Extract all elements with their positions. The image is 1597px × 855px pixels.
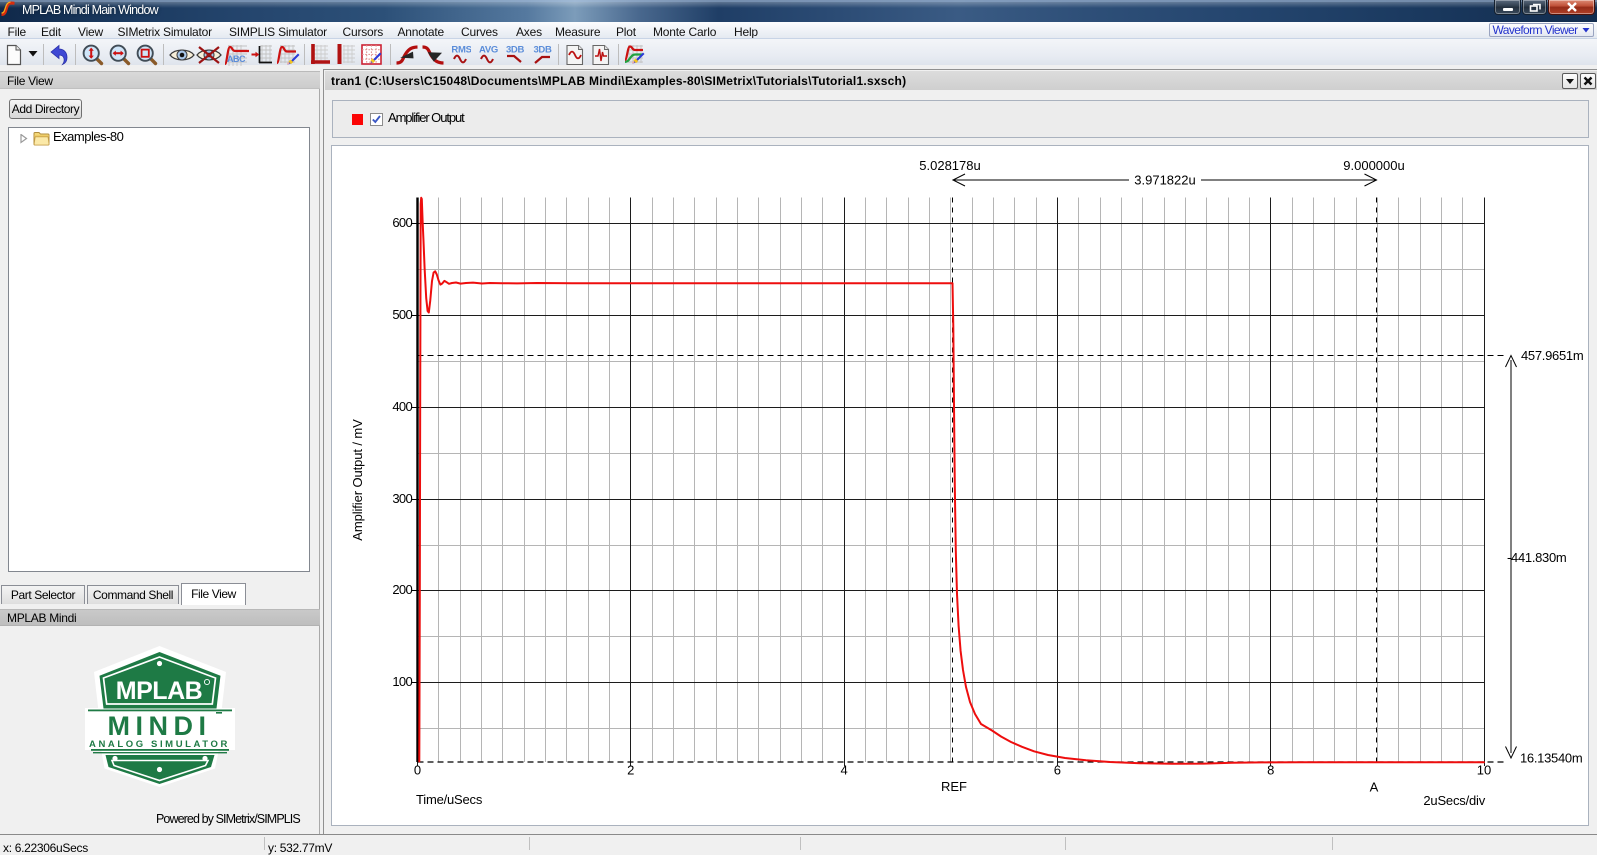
svg-text:RMS: RMS bbox=[452, 45, 471, 56]
svg-text:500: 500 bbox=[392, 307, 412, 322]
svg-text:5.028178u: 5.028178u bbox=[919, 158, 980, 173]
svg-text:2: 2 bbox=[627, 763, 634, 778]
svg-text:16.13540m: 16.13540m bbox=[1520, 751, 1582, 766]
svg-text:AVG: AVG bbox=[479, 45, 498, 56]
svg-text:6: 6 bbox=[1054, 763, 1061, 778]
svg-text:MINDI: MINDI bbox=[108, 711, 212, 741]
svg-text:ANALOG SIMULATOR: ANALOG SIMULATOR bbox=[89, 739, 230, 750]
svg-text:3DB: 3DB bbox=[533, 45, 552, 56]
svg-text:0: 0 bbox=[414, 763, 421, 778]
svg-text:REF: REF bbox=[941, 779, 967, 794]
svg-text:Time/uSecs: Time/uSecs bbox=[416, 792, 483, 807]
svg-text:-441.830m: -441.830m bbox=[1507, 550, 1566, 565]
svg-text:457.9651m: 457.9651m bbox=[1521, 348, 1583, 363]
svg-text:3DB: 3DB bbox=[506, 45, 524, 56]
svg-text:200: 200 bbox=[392, 582, 412, 597]
svg-text:Amplifier Output / mV: Amplifier Output / mV bbox=[350, 419, 365, 541]
svg-text:2uSecs/div: 2uSecs/div bbox=[1423, 793, 1485, 808]
svg-text:300: 300 bbox=[392, 491, 412, 506]
svg-text:A: A bbox=[1370, 780, 1379, 795]
svg-text:4: 4 bbox=[840, 763, 847, 778]
svg-text:400: 400 bbox=[392, 399, 412, 414]
svg-text:100: 100 bbox=[392, 674, 412, 689]
svg-text:ABC: ABC bbox=[227, 54, 246, 64]
svg-text:MPLAB: MPLAB bbox=[116, 677, 202, 705]
svg-text:3.971822u: 3.971822u bbox=[1134, 173, 1195, 188]
svg-text:600: 600 bbox=[392, 215, 412, 230]
svg-text:9.000000u: 9.000000u bbox=[1343, 158, 1404, 173]
svg-text:10: 10 bbox=[1477, 763, 1491, 778]
svg-text:8: 8 bbox=[1267, 763, 1274, 778]
